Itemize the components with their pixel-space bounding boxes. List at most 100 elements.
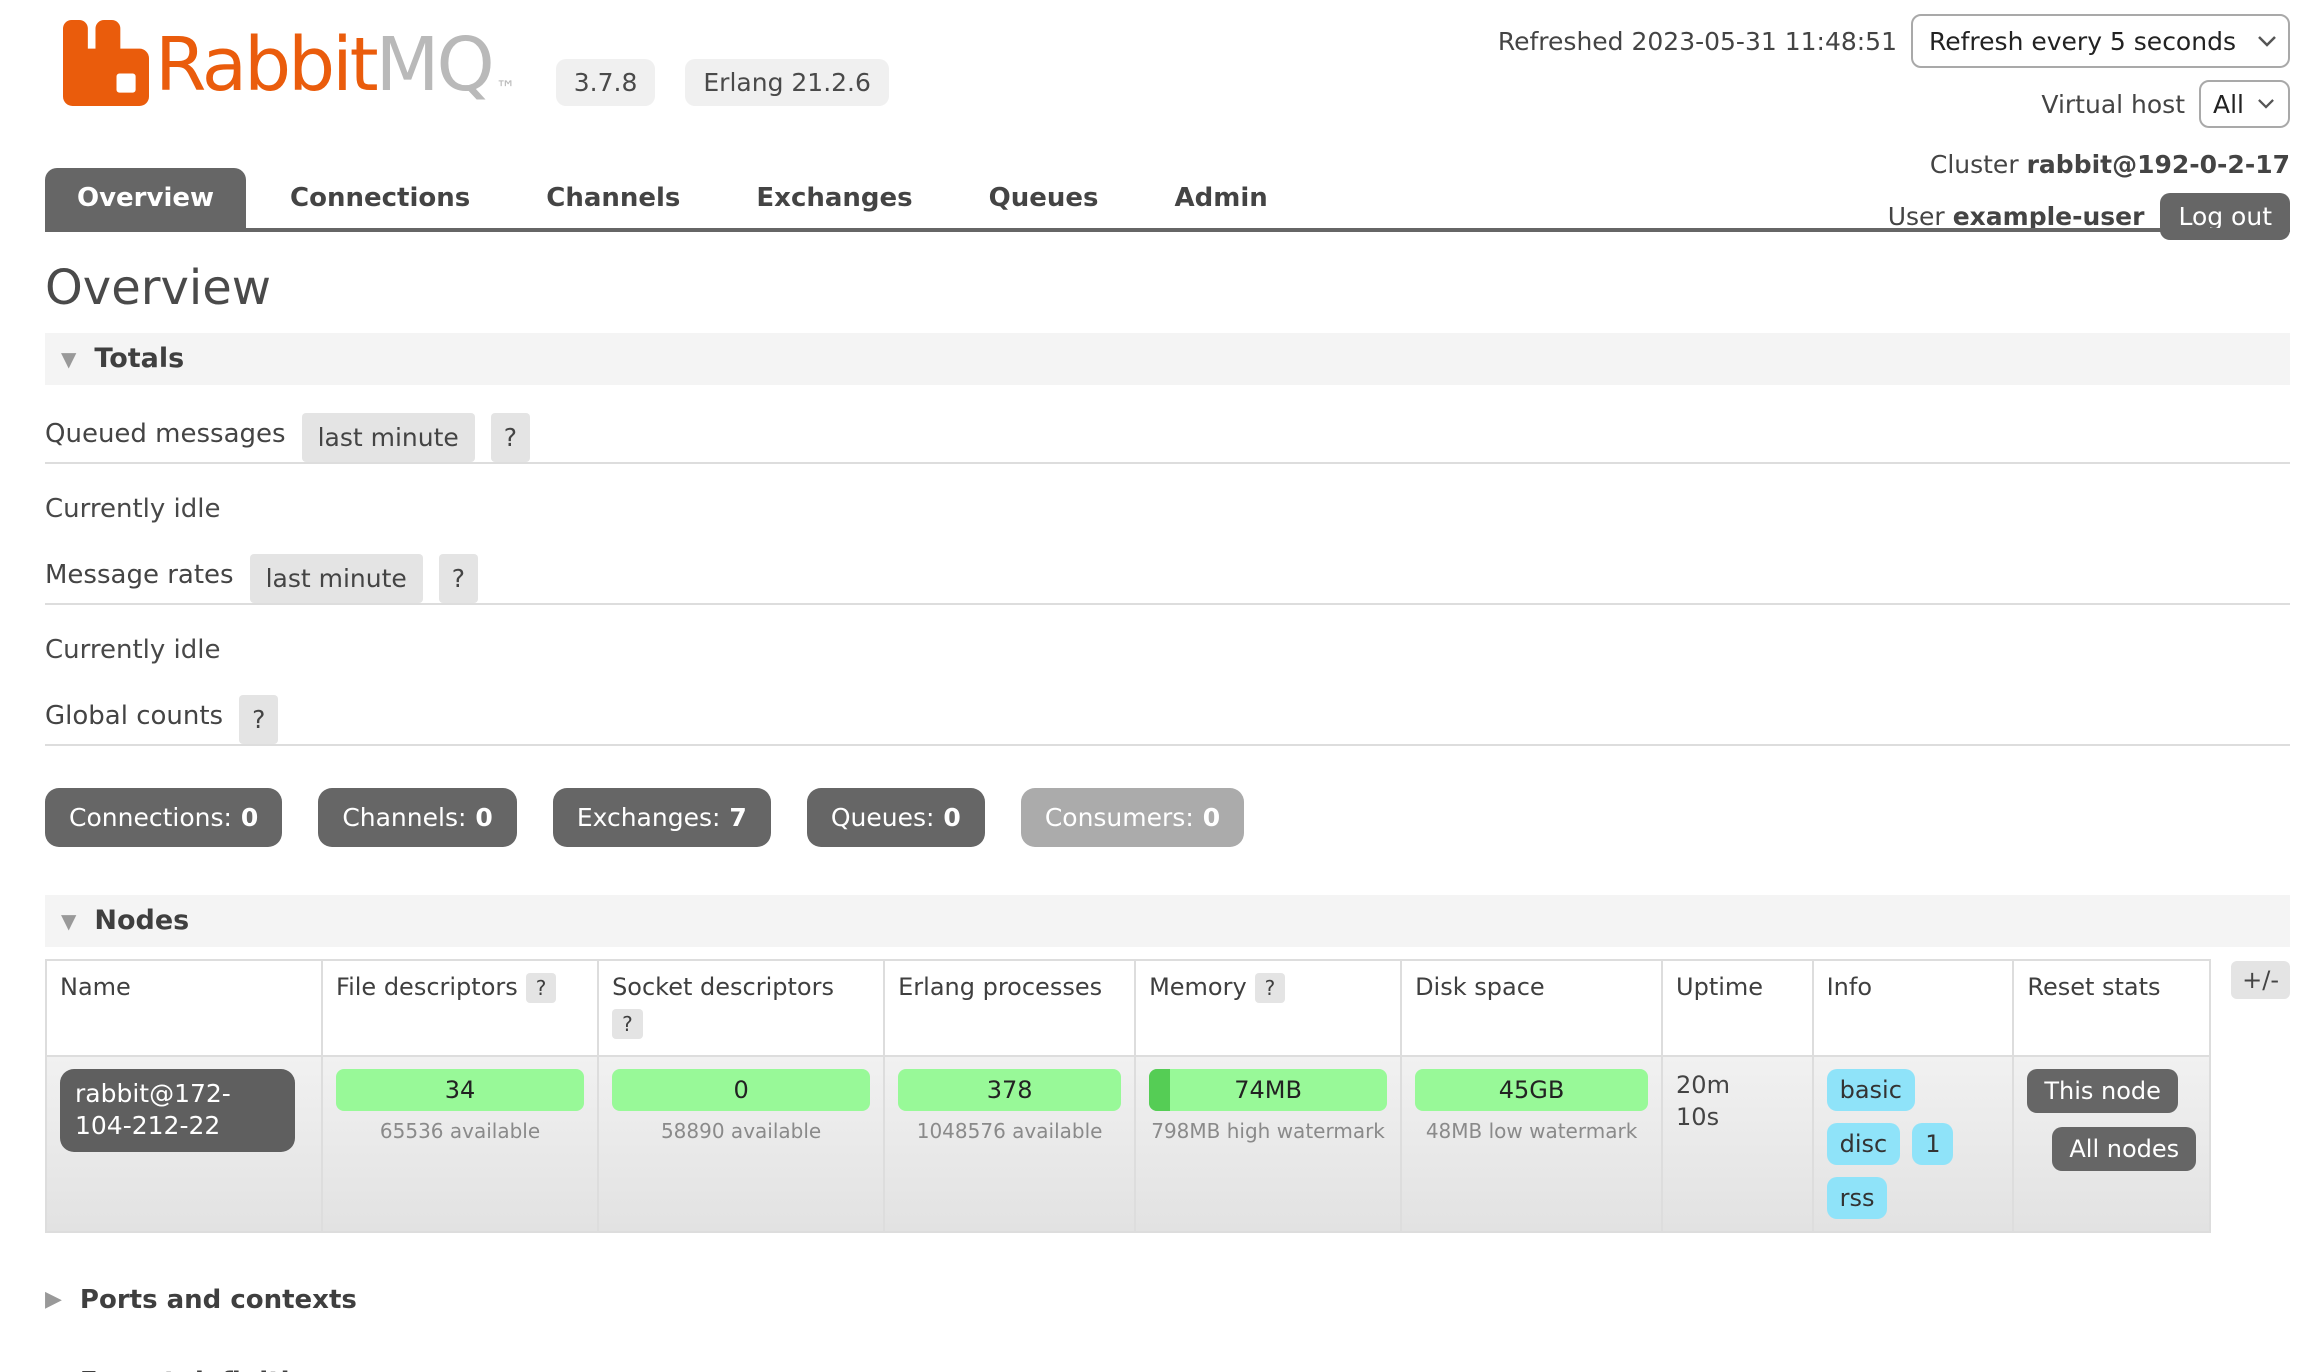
rabbitmq-logo[interactable]: RabbitMQ ™ [63,20,516,110]
erlang-processes-bar: 378 [898,1069,1121,1111]
stat-exchanges-label: Exchanges: [577,803,721,832]
tab-queues[interactable]: Queues [957,168,1131,228]
collapse-arrow-icon: ▼ [61,349,76,369]
memory-bar-fill [1149,1069,1170,1111]
page: RabbitMQ ™ 3.7.8 Erlang 21.2.6 Refreshed… [0,0,2320,1372]
version-badges: 3.7.8 Erlang 21.2.6 [556,59,889,106]
refresh-interval-select[interactable]: Refresh every 5 seconds [1911,14,2290,68]
trademark-symbol: ™ [496,76,516,100]
stat-consumers-label: Consumers: [1045,803,1194,832]
logo-row: RabbitMQ ™ 3.7.8 Erlang 21.2.6 [63,20,889,110]
header: RabbitMQ ™ 3.7.8 Erlang 21.2.6 Refreshed… [45,0,2290,232]
uptime-cell: 20m 10s [1662,1056,1813,1232]
node-row: rabbit@172-104-212-22 34 65536 available… [46,1056,2210,1232]
col-header-reset-stats-label: Reset stats [2027,973,2160,1001]
reset-all-nodes-button[interactable]: All nodes [2052,1127,2196,1171]
col-header-memory: Memory? [1135,960,1401,1056]
socket-descriptors-used: 0 [733,1076,748,1104]
disk-space-detail: 48MB low watermark [1415,1119,1648,1143]
info-badge-disc: disc [1827,1123,1901,1165]
stat-queues-label: Queues: [831,803,935,832]
info-badge-basic: basic [1827,1069,1915,1111]
stat-exchanges[interactable]: Exchanges: 7 [553,788,771,847]
collapse-arrow-icon: ▼ [61,911,76,931]
col-header-file-descriptors: File descriptors? [322,960,598,1056]
tab-channels[interactable]: Channels [514,168,712,228]
vhost-select-wrap: All [2199,80,2290,128]
disk-free: 45GB [1499,1076,1565,1104]
uptime-value-1: 20m [1676,1069,1799,1101]
expand-arrow-icon: ▶ [45,1289,62,1311]
nodes-table: Name File descriptors? Socket descriptor… [45,959,2211,1233]
queued-messages-period-tab[interactable]: last minute [302,413,475,462]
help-icon[interactable]: ? [439,554,478,603]
col-header-socket-descriptors: Socket descriptors? [598,960,884,1056]
socket-descriptors-cell: 0 58890 available [598,1056,884,1232]
message-rates-period-tab[interactable]: last minute [250,554,423,603]
tab-overview[interactable]: Overview [45,168,246,232]
tab-connections[interactable]: Connections [258,168,502,228]
col-header-disk-space-label: Disk space [1415,973,1545,1001]
reset-this-node-button[interactable]: This node [2027,1069,2178,1113]
stat-channels[interactable]: Channels:0 [318,788,517,847]
queued-messages-idle-text: Currently idle [45,494,2290,524]
memory-used: 74MB [1234,1076,1302,1104]
file-descriptors-detail: 65536 available [336,1119,584,1143]
section-header-nodes[interactable]: ▼ Nodes [45,895,2290,947]
section-title-nodes: Nodes [94,905,189,936]
page-title: Overview [45,262,2290,315]
stat-channels-value: 0 [475,803,492,832]
vhost-row: Virtual host All [2041,80,2290,128]
col-header-uptime-label: Uptime [1676,973,1763,1001]
col-header-memory-label: Memory [1149,973,1247,1001]
info-badges: basic disc 1 rss [1827,1069,2000,1219]
logo-text: RabbitMQ [155,28,492,102]
file-descriptors-used: 34 [445,1076,476,1104]
nodes-table-wrap: Name File descriptors? Socket descriptor… [45,959,2290,1233]
memory-cell: 74MB 798MB high watermark [1135,1056,1401,1232]
message-rates-idle-text: Currently idle [45,635,2290,665]
message-rates-label: Message rates [45,560,234,596]
queued-messages-row: Queued messages last minute ? [45,413,2290,464]
erlang-processes-cell: 378 1048576 available [884,1056,1135,1232]
col-header-name: Name [46,960,322,1056]
tabbar: Overview Connections Channels Exchanges … [45,168,2290,232]
toggle-columns-button[interactable]: +/- [2231,961,2290,999]
stat-exchanges-value: 7 [729,803,746,832]
col-header-erlang-processes-label: Erlang processes [898,973,1102,1001]
section-header-export-definitions[interactable]: ▶ Export definitions [45,1367,2290,1372]
stat-consumers-value: 0 [1203,803,1220,832]
node-name-cell: rabbit@172-104-212-22 [46,1056,322,1232]
col-header-file-descriptors-label: File descriptors [336,973,518,1001]
message-rates-row: Message rates last minute ? [45,554,2290,605]
help-icon[interactable]: ? [239,695,278,744]
uptime-value-2: 10s [1676,1101,1799,1133]
refresh-row: Refreshed 2023-05-31 11:48:51 Refresh ev… [1498,14,2290,68]
vhost-select[interactable]: All [2199,80,2290,128]
section-title-export-definitions: Export definitions [80,1367,341,1372]
reset-stats-cell: This node All nodes [2013,1056,2210,1232]
global-counts-label: Global counts [45,701,223,737]
info-cell: basic disc 1 rss [1813,1056,2014,1232]
info-badge-count: 1 [1912,1123,1953,1165]
section-header-ports-and-contexts[interactable]: ▶ Ports and contexts [45,1285,2290,1315]
section-header-totals[interactable]: ▼ Totals [45,333,2290,385]
disk-space-cell: 45GB 48MB low watermark [1401,1056,1662,1232]
nodes-header-row: Name File descriptors? Socket descriptor… [46,960,2210,1056]
erlang-processes-used: 378 [987,1076,1033,1104]
col-header-uptime: Uptime [1662,960,1813,1056]
help-icon[interactable]: ? [526,973,557,1003]
help-icon[interactable]: ? [491,413,530,462]
tab-admin[interactable]: Admin [1143,168,1300,228]
help-icon[interactable]: ? [612,1009,643,1039]
stat-connections-label: Connections: [69,803,232,832]
stat-connections[interactable]: Connections: 0 [45,788,282,847]
node-name-link[interactable]: rabbit@172-104-212-22 [60,1069,295,1152]
col-header-info-label: Info [1827,973,1872,1001]
help-icon[interactable]: ? [1255,973,1286,1003]
stat-queues[interactable]: Queues:0 [807,788,985,847]
info-badge-rss: rss [1827,1177,1888,1219]
stat-connections-value: 0 [241,803,258,832]
tab-exchanges[interactable]: Exchanges [724,168,944,228]
socket-descriptors-bar: 0 [612,1069,870,1111]
